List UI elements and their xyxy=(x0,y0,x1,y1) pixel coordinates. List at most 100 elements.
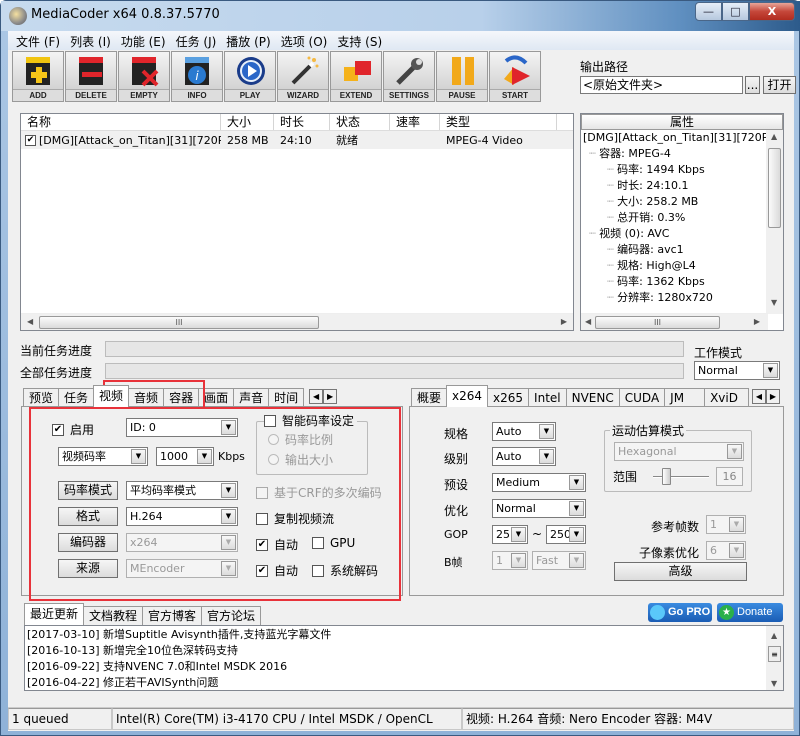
source-auto-checkbox[interactable]: ✔ 自动 xyxy=(256,562,298,579)
scroll-thumb[interactable] xyxy=(768,148,781,228)
preset-select[interactable]: Medium ▼ xyxy=(492,473,586,492)
news-item[interactable]: [2016-10-13] 新增完全10位色深转码支持 xyxy=(27,643,783,659)
copy-stream-checkbox[interactable]: 复制视频流 xyxy=(256,510,334,527)
encoder-auto-checkbox[interactable]: ✔ 自动 xyxy=(256,536,298,553)
scroll-thumb[interactable]: III xyxy=(595,316,720,329)
tab-scroll-right-icon[interactable]: ▶ xyxy=(765,389,780,404)
ref-frames-select[interactable]: 1 ▼ xyxy=(706,515,746,534)
column-name[interactable]: 名称 xyxy=(21,114,221,130)
open-folder-button[interactable]: 打开 xyxy=(763,76,796,94)
pause-button[interactable]: PAUSE xyxy=(436,51,488,102)
start-button[interactable]: START xyxy=(489,51,541,102)
source-select[interactable]: MEncoder ▼ xyxy=(126,559,238,578)
gpu-checkbox[interactable]: GPU xyxy=(312,536,355,550)
size-radio[interactable]: 输出大小 xyxy=(268,451,333,468)
tab-scroll-left-icon[interactable]: ◀ xyxy=(751,389,766,404)
tab-preview[interactable]: 预览 xyxy=(23,388,60,407)
tab-forum[interactable]: 官方论坛 xyxy=(201,606,262,625)
news-item[interactable]: [2016-04-22] 修正若干AVISynth问题 xyxy=(27,675,783,691)
wizard-button[interactable]: WIZARD xyxy=(277,51,329,102)
donate-button[interactable]: ★ Donate xyxy=(717,603,783,622)
scroll-left-icon[interactable]: ◀ xyxy=(585,317,591,326)
go-pro-button[interactable]: Go PRO xyxy=(648,603,712,622)
tab-nvenc[interactable]: NVENC xyxy=(565,388,620,407)
column-size[interactable]: 大小 xyxy=(221,114,274,130)
scroll-thumb[interactable]: III xyxy=(39,316,319,329)
source-button[interactable]: 来源 xyxy=(58,559,118,578)
settings-button[interactable]: SETTINGS xyxy=(383,51,435,102)
tab-recent-updates[interactable]: 最近更新 xyxy=(24,603,85,625)
tab-jm[interactable]: JM xyxy=(664,388,706,407)
format-button[interactable]: 格式 xyxy=(58,507,118,526)
column-type[interactable]: 类型 xyxy=(440,114,557,130)
delete-button[interactable]: DELETE xyxy=(65,51,117,102)
menu-support[interactable]: 支持 (S) xyxy=(335,31,390,50)
menu-play[interactable]: 播放 (P) xyxy=(224,31,278,50)
bitrate-mode-select[interactable]: 平均码率模式 ▼ xyxy=(126,481,238,500)
output-path-field[interactable]: <原始文件夹> xyxy=(580,76,743,94)
tree-item[interactable]: 规格: High@L4 xyxy=(617,259,696,272)
row-checkbox[interactable]: ✔ xyxy=(25,135,36,146)
motion-estimation-select[interactable]: Hexagonal ▼ xyxy=(614,442,744,461)
tree-item[interactable]: 时长: 24:10.1 xyxy=(617,179,688,192)
gop-max-select[interactable]: 250 ▼ xyxy=(546,525,586,544)
tree-video[interactable]: 视频 (0): AVC xyxy=(599,227,669,240)
range-slider-thumb[interactable] xyxy=(662,468,671,485)
scroll-up-icon[interactable]: ▲ xyxy=(771,132,777,141)
enable-checkbox[interactable]: ✔ 启用 xyxy=(52,421,94,438)
encoder-select[interactable]: x264 ▼ xyxy=(126,533,238,552)
tree-item[interactable]: 码率: 1494 Kbps xyxy=(617,163,705,176)
empty-button[interactable]: EMPTY xyxy=(118,51,170,102)
news-vscrollbar[interactable]: ▲ ≡ ▼ xyxy=(766,626,783,690)
column-duration[interactable]: 时长 xyxy=(274,114,330,130)
tab-picture[interactable]: 画面 xyxy=(198,388,235,407)
table-row[interactable]: ✔ [DMG][Attack_on_Titan][31][720P... 258 … xyxy=(21,131,573,149)
column-status[interactable]: 状态 xyxy=(330,114,390,130)
bitrate-select[interactable]: 1000 ▼ xyxy=(156,447,214,466)
file-list-hscrollbar[interactable]: ◀ III ▶ xyxy=(21,313,573,330)
properties-tree[interactable]: [DMG][Attack_on_Titan][31][720P][GE ┈ 容器… xyxy=(581,130,783,315)
tree-root[interactable]: [DMG][Attack_on_Titan][31][720P][GE xyxy=(583,130,783,146)
tab-task[interactable]: 任务 xyxy=(58,388,95,407)
smart-bitrate-checkbox[interactable]: 智能码率设定 xyxy=(264,412,358,429)
tab-container[interactable]: 容器 xyxy=(163,388,200,407)
format-select[interactable]: H.264 ▼ xyxy=(126,507,238,526)
properties-vscrollbar[interactable]: ▲ ▼ xyxy=(766,130,783,314)
tab-summary[interactable]: 概要 xyxy=(411,388,448,407)
bframes-select[interactable]: 1 ▼ xyxy=(492,551,528,570)
news-item[interactable]: [2017-03-10] 新增Suptitle Avisynth插件,支持蓝光字… xyxy=(27,627,783,643)
subme-select[interactable]: 6 ▼ xyxy=(706,541,746,560)
menu-options[interactable]: 选项 (O) xyxy=(279,31,336,50)
tab-blog[interactable]: 官方博客 xyxy=(142,606,203,625)
tree-item[interactable]: 分辨率: 1280x720 xyxy=(617,291,713,304)
advanced-button[interactable]: 高级 xyxy=(614,562,747,581)
scroll-right-icon[interactable]: ▶ xyxy=(561,317,567,326)
menu-file[interactable]: 文件 (F) xyxy=(14,31,68,50)
profile-select[interactable]: Auto ▼ xyxy=(492,422,556,441)
scroll-right-icon[interactable]: ▶ xyxy=(754,317,760,326)
bitrate-mode-button[interactable]: 码率模式 xyxy=(58,481,118,500)
encoder-button[interactable]: 编码器 xyxy=(58,533,118,552)
tab-sound[interactable]: 声音 xyxy=(233,388,270,407)
browse-button[interactable]: ... xyxy=(745,76,760,94)
menu-list[interactable]: 列表 (I) xyxy=(68,31,119,50)
title-bar[interactable]: MediaCoder x64 0.8.37.5770 — □ X xyxy=(1,1,800,31)
properties-hscrollbar[interactable]: ◀ III ▶ xyxy=(581,313,768,330)
file-list[interactable]: 名称 大小 时长 状态 速率 类型 ✔ [DMG][Attack_on_Titan… xyxy=(20,113,574,331)
range-value[interactable]: 16 xyxy=(716,467,743,486)
extend-button[interactable]: EXTEND xyxy=(330,51,382,102)
ratio-radio[interactable]: 码率比例 xyxy=(268,431,333,448)
stream-id-select[interactable]: ID: 0 ▼ xyxy=(126,418,238,437)
gop-min-select[interactable]: 25 ▼ xyxy=(492,525,528,544)
news-item[interactable]: [2016-09-22] 支持NVENC 7.0和Intel MSDK 2016 xyxy=(27,659,783,675)
tab-x264[interactable]: x264 xyxy=(446,385,489,407)
tree-item[interactable]: 编码器: avc1 xyxy=(617,243,684,256)
add-button[interactable]: ADD xyxy=(12,51,64,102)
scroll-thumb[interactable]: ≡ xyxy=(768,646,781,662)
close-button[interactable]: X xyxy=(749,2,795,21)
tree-item[interactable]: 码率: 1362 Kbps xyxy=(617,275,705,288)
tab-video[interactable]: 视频 xyxy=(93,385,130,407)
level-select[interactable]: Auto ▼ xyxy=(492,447,556,466)
system-decode-checkbox[interactable]: 系统解码 xyxy=(312,562,378,579)
scroll-up-icon[interactable]: ▲ xyxy=(771,628,777,644)
